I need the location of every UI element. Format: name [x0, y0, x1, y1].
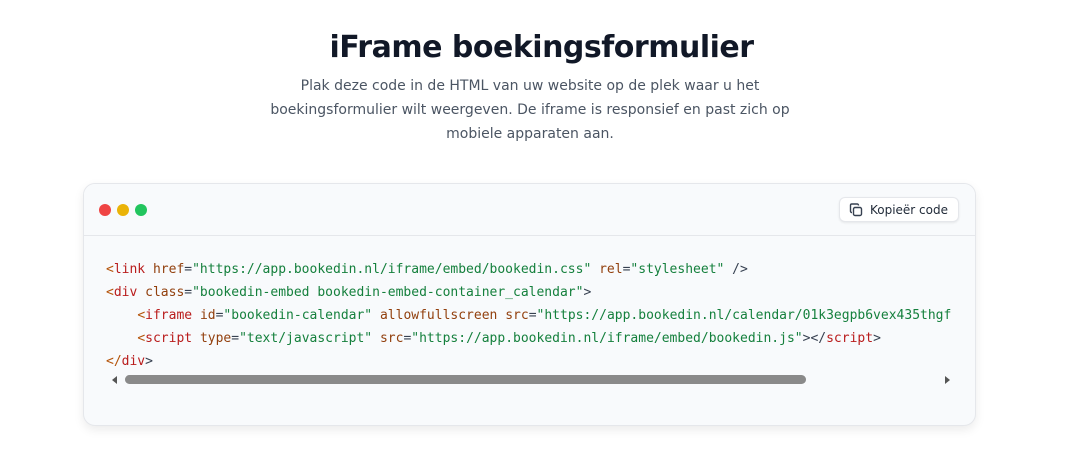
code-token-punct: />: [724, 262, 748, 277]
code-card: Kopieër code <link href="https://app.boo…: [83, 183, 976, 426]
code-card-header: Kopieër code: [84, 184, 975, 236]
code-token-tag: </: [106, 354, 122, 369]
code-token-punct: [372, 308, 380, 323]
scroll-left-arrow-icon[interactable]: [112, 376, 117, 384]
code-token-attr: src: [379, 331, 404, 346]
copy-icon: [849, 202, 863, 217]
code-token-punct: >: [583, 285, 592, 300]
code-token-punct: ></: [802, 331, 827, 346]
code-token-attr: rel: [599, 262, 623, 277]
code-token-punct: [137, 285, 145, 300]
page-title: iFrame boekingsformulier: [329, 30, 754, 65]
code-token-punct: [145, 262, 153, 277]
scroll-right-arrow-icon[interactable]: [945, 376, 950, 384]
code-token-attr: id: [199, 308, 216, 323]
page-subtitle: Plak deze code in de HTML van uw website…: [260, 74, 800, 146]
code-token-punct: >: [873, 331, 881, 346]
code-token-punct: =: [231, 331, 240, 346]
code-token-val: "bookedin-calendar": [223, 308, 373, 323]
code-token-val: "https://app.bookedin.nl/calendar/01k3eg…: [536, 308, 952, 323]
code-token-val: "https://app.bookedin.nl/iframe/embed/bo…: [411, 331, 803, 346]
code-token-tag: <: [106, 285, 114, 300]
code-token-punct: [192, 331, 200, 346]
code-line: <iframe id = "bookedin-calendar" allowfull…: [106, 304, 952, 327]
window-dot-red: [99, 204, 111, 216]
code-token-punct: =: [528, 308, 537, 323]
code-token-attr: class: [145, 285, 185, 300]
copy-code-label: Kopieër code: [869, 202, 948, 217]
code-token-attr: src: [505, 308, 529, 323]
code-block[interactable]: <link href="https://app.bookedin.nl/ifra…: [106, 258, 952, 378]
code-token-punct: [591, 262, 599, 277]
code-token-punct: [192, 308, 200, 323]
code-token-punct: >: [145, 354, 153, 369]
code-token-punct: [372, 331, 380, 346]
code-token-val: "text/javascript": [239, 331, 373, 346]
code-token-tag: <: [137, 331, 146, 346]
code-token-attr: allowfullscreen: [379, 308, 498, 323]
window-dot-yellow: [117, 204, 129, 216]
code-token-attr: type: [199, 331, 232, 346]
code-token-attr: href: [152, 262, 185, 277]
code-token-tagname: div: [113, 285, 138, 300]
subtitle-line: Plak deze code in de HTML van uw website…: [300, 78, 760, 94]
code-line: <link href="https://app.bookedin.nl/ifra…: [106, 258, 952, 281]
code-token-punct: =: [184, 285, 193, 300]
subtitle-line: boekingsformulier wilt weergeven. De ifr…: [270, 102, 790, 118]
scrollbar-thumb[interactable]: [125, 375, 806, 384]
code-token-tagname: script: [826, 331, 874, 346]
code-line: </div>: [106, 350, 952, 373]
window-dot-green: [135, 204, 147, 216]
page: iFrame boekingsformulier Plak deze code …: [0, 0, 1083, 458]
code-token-val: "https://app.bookedin.nl/iframe/embed/bo…: [192, 262, 592, 277]
code-token-val: "stylesheet": [630, 262, 725, 277]
code-token-tag: <: [106, 262, 114, 277]
code-line: <div class="bookedin-embed bookedin-embe…: [106, 281, 952, 304]
code-token-tagname: iframe: [145, 308, 193, 323]
horizontal-scrollbar[interactable]: [110, 373, 950, 387]
code-line: <script type="text/javascript" src="http…: [106, 327, 952, 350]
code-token-punct: =: [184, 262, 193, 277]
code-token-tagname: div: [121, 354, 146, 369]
code-token-val: "bookedin-embed bookedin-embed-container…: [192, 285, 584, 300]
code-token-tagname: link: [113, 262, 146, 277]
code-token-tag: <: [137, 308, 146, 323]
copy-code-button[interactable]: Kopieër code: [838, 197, 959, 222]
subtitle-line: mobiele apparaten aan.: [446, 126, 614, 142]
code-token-tagname: script: [145, 331, 193, 346]
